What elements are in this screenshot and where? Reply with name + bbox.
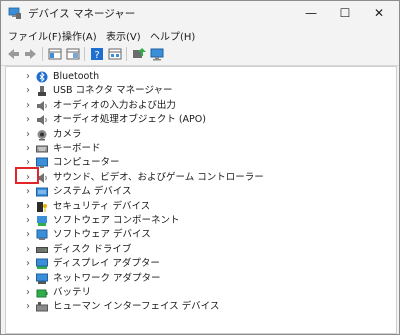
tree-item[interactable]: › Bluetooth [6, 70, 396, 84]
chevron-right-icon[interactable]: › [22, 243, 34, 257]
menu-view[interactable]: 表示(V) [106, 28, 141, 43]
tree-item-label: オーディオの入力および出力 [53, 99, 176, 111]
hid-icon [36, 301, 48, 313]
maximize-button[interactable]: ☐ [328, 1, 362, 25]
tree-item-label: バッテリ [53, 287, 92, 298]
tree-item[interactable]: › システム デバイス [6, 185, 396, 199]
window-title: デバイス マネージャー [28, 8, 136, 20]
tree-item[interactable]: › ソフトウェア デバイス [6, 228, 396, 242]
tree-item-label: USB コネクタ マネージャー [53, 85, 173, 97]
forward-arrow-icon[interactable] [23, 46, 39, 62]
chevron-right-icon[interactable]: › [22, 228, 34, 242]
tree-item[interactable]: › コンピューター [6, 156, 396, 170]
update-driver-icon[interactable] [131, 46, 147, 62]
minimize-icon: — [305, 6, 317, 20]
chevron-right-icon[interactable]: › [22, 286, 34, 300]
tree-item[interactable]: › キーボード [6, 142, 396, 156]
tree-item[interactable]: › バッテリ [6, 286, 396, 300]
software-device-icon [36, 229, 48, 241]
display-adapter-icon [36, 258, 48, 270]
tree-item[interactable]: › ヒューマン インターフェイス デバイス [6, 300, 396, 314]
tree-item-label: サウンド、ビデオ、およびゲーム コントローラー [53, 171, 264, 183]
keyboard-icon [36, 143, 48, 155]
close-icon: ✕ [373, 6, 385, 20]
network-adapter-icon [36, 273, 48, 285]
chevron-right-icon[interactable]: › [22, 128, 34, 142]
tree-item-label: ディスプレイ アダプター [53, 258, 160, 270]
device-manager-window: デバイス マネージャー — ☐ ✕ ファイル(F) 操作(A) 表示(V) ヘル… [0, 0, 400, 335]
tree-item-label: オーディオ処理オブジェクト (APO) [53, 114, 206, 126]
tree-item[interactable]: › ディスク ドライブ [6, 243, 396, 257]
speaker-icon [36, 100, 48, 112]
tree-item[interactable]: › セキュリティ デバイス [6, 200, 396, 214]
chevron-right-icon[interactable]: › [22, 257, 34, 271]
svg-text:?: ? [94, 50, 99, 61]
help-icon[interactable]: ? [89, 46, 105, 62]
software-component-icon [36, 215, 48, 227]
chevron-right-icon[interactable]: › [22, 99, 34, 113]
system-devices-icon [36, 186, 48, 198]
chevron-right-icon[interactable]: › [22, 300, 34, 314]
menu-help[interactable]: ヘルプ(H) [150, 28, 195, 43]
toolbar-separator [42, 47, 43, 61]
menu-file[interactable]: ファイル(F) [8, 28, 62, 43]
menu-action[interactable]: 操作(A) [62, 28, 97, 43]
battery-icon [36, 287, 48, 299]
chevron-right-icon[interactable]: › [22, 113, 34, 127]
tree-item-label: セキュリティ デバイス [53, 200, 151, 212]
minimize-button[interactable]: — [294, 1, 328, 25]
tree-item-label: Bluetooth [53, 71, 100, 82]
tree-item-label: ソフトウェア デバイス [53, 229, 151, 241]
properties-view-icon[interactable] [47, 46, 63, 62]
tree-item[interactable]: › ソフトウェア コンポーネント [6, 214, 396, 228]
chevron-right-icon[interactable]: › [22, 272, 34, 286]
toolbar-separator [84, 47, 85, 61]
chevron-right-icon[interactable]: › [22, 142, 34, 156]
chevron-right-icon[interactable]: › [22, 84, 34, 98]
tree-item-label: ヒューマン インターフェイス デバイス [53, 301, 220, 313]
tree-item[interactable]: › カメラ [6, 128, 396, 142]
toolbar: ? [1, 43, 399, 66]
menu-bar: ファイル(F) 操作(A) 表示(V) ヘルプ(H) [1, 25, 399, 43]
chevron-right-icon[interactable]: › [22, 185, 34, 199]
tree-item-label: カメラ [53, 128, 82, 140]
resource-view-icon[interactable] [107, 46, 123, 62]
maximize-icon: ☐ [339, 6, 351, 20]
bluetooth-icon [36, 71, 48, 83]
tree-item-label: ソフトウェア コンポーネント [53, 215, 180, 226]
device-tree: › Bluetooth › USB コネクタ マネージャー › オーディオの入力および出力… [5, 66, 397, 334]
speaker-icon [36, 114, 48, 126]
disk-drive-icon [36, 244, 48, 256]
highlight-annotation [15, 167, 39, 184]
toolbar-separator [126, 47, 127, 61]
back-arrow-icon[interactable] [5, 46, 21, 62]
camera-icon [36, 129, 48, 141]
scan-hardware-icon[interactable] [149, 46, 165, 62]
chevron-right-icon[interactable]: › [22, 200, 34, 214]
tree-item-label: キーボード [53, 143, 101, 154]
tree-item[interactable]: › ネットワーク アダプター [6, 272, 396, 286]
tree-item[interactable]: › オーディオの入力および出力 [6, 99, 396, 113]
tree-item[interactable]: › サウンド、ビデオ、およびゲーム コントローラー [6, 171, 396, 185]
tree-item-label: システム デバイス [53, 186, 132, 198]
tree-item[interactable]: › オーディオ処理オブジェクト (APO) [6, 113, 396, 127]
chevron-right-icon[interactable]: › [22, 214, 34, 228]
tree-item[interactable]: › ディスプレイ アダプター [6, 257, 396, 271]
update-driver-view-icon[interactable] [65, 46, 81, 62]
security-icon [36, 201, 48, 213]
chevron-right-icon[interactable]: › [22, 70, 34, 84]
tree-item-label: ネットワーク アダプター [53, 272, 161, 284]
title-bar[interactable]: デバイス マネージャー — ☐ ✕ [1, 1, 399, 25]
tree-item-label: ディスク ドライブ [53, 243, 132, 255]
usb-connector-icon [36, 85, 48, 97]
device-manager-app-icon [8, 7, 21, 19]
tree-item-label: コンピューター [53, 157, 120, 169]
tree-item[interactable]: › USB コネクタ マネージャー [6, 84, 396, 98]
close-button[interactable]: ✕ [362, 1, 396, 25]
